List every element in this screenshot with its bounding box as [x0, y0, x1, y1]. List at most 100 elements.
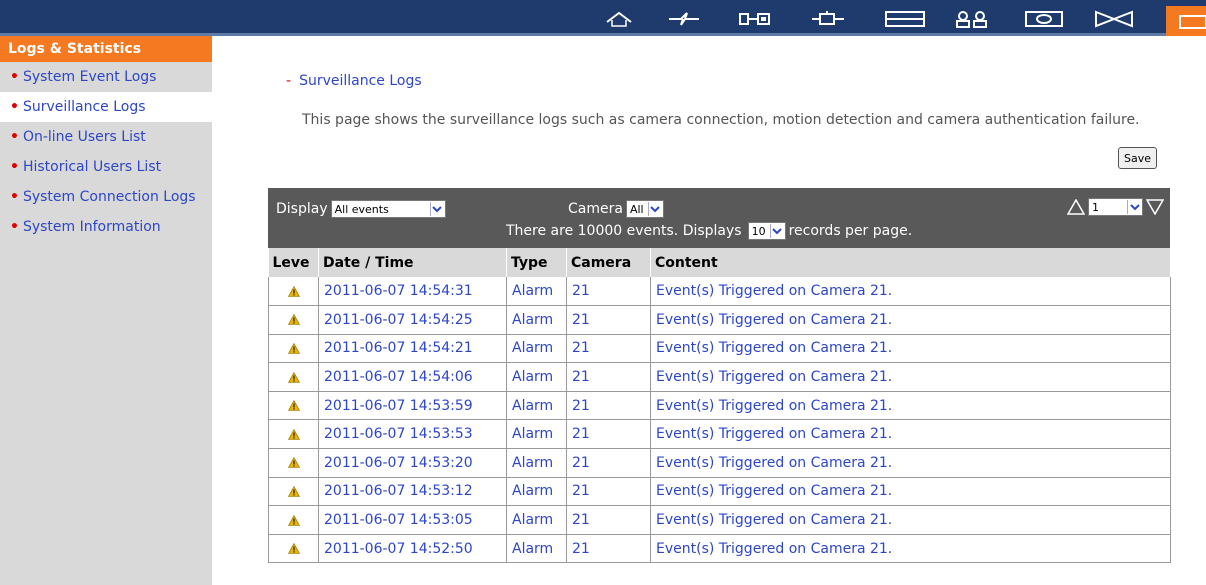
previous-page-icon[interactable] — [1067, 199, 1085, 215]
camera-cell: 21 — [566, 448, 651, 478]
warning-icon — [287, 541, 300, 557]
content-cell: Event(s) Triggered on Camera 21. — [650, 448, 1171, 478]
network-icon[interactable] — [810, 9, 846, 29]
camera-cell: 21 — [566, 362, 651, 392]
applications-icon[interactable] — [1024, 9, 1064, 29]
camera-cell: 21 — [566, 534, 651, 564]
next-page-icon[interactable] — [1146, 199, 1164, 215]
level-cell — [268, 334, 319, 364]
system-settings-icon[interactable] — [738, 9, 772, 29]
datetime-cell: 2011-06-07 14:53:05 — [318, 505, 507, 535]
datetime-cell: 2011-06-07 14:53:12 — [318, 477, 507, 507]
sidebar-item-label: System Event Logs — [22, 69, 157, 85]
chevron-down-icon — [769, 224, 784, 238]
content-cell: Event(s) Triggered on Camera 21. — [650, 477, 1171, 507]
type-cell: Alarm — [506, 477, 567, 507]
type-cell: Alarm — [506, 334, 567, 364]
sidebar-item-online-users-list[interactable]: • On-line Users List — [0, 122, 212, 152]
quick-config-icon[interactable] — [666, 9, 702, 29]
level-cell — [268, 362, 319, 392]
per-page-select[interactable]: 10 — [747, 222, 786, 240]
logs-icon[interactable] — [1166, 6, 1206, 36]
page-description: This page shows the surveillance logs su… — [302, 112, 1140, 128]
display-select-value: All events — [334, 202, 389, 216]
datetime-cell: 2011-06-07 14:52:50 — [318, 534, 507, 564]
content-cell: Event(s) Triggered on Camera 21. — [650, 419, 1171, 450]
sidebar-item-label: Surveillance Logs — [22, 99, 146, 115]
datetime-cell: 2011-06-07 14:53:53 — [318, 419, 507, 450]
content-cell: Event(s) Triggered on Camera 21. — [650, 305, 1171, 335]
level-cell — [268, 477, 319, 507]
column-header-camera[interactable]: Camera — [566, 248, 651, 277]
table-row: 2011-06-07 14:54:31 Alarm 21 Event(s) Trigg… — [268, 277, 1171, 307]
sidebar-item-system-connection-logs[interactable]: • System Connection Logs — [0, 182, 212, 212]
sidebar-item-system-event-logs[interactable]: • System Event Logs — [0, 62, 212, 92]
events-table: Leve Date / Time Type Camera Content 201… — [268, 248, 1171, 564]
content-cell: Event(s) Triggered on Camera 21. — [650, 334, 1171, 364]
users-icon[interactable] — [954, 9, 990, 29]
warning-icon — [287, 340, 300, 356]
datetime-cell: 2011-06-07 14:54:21 — [318, 334, 507, 364]
camera-cell: 21 — [566, 334, 651, 364]
table-row: 2011-06-07 14:53:12 Alarm 21 Event(s) Trigg… — [268, 477, 1171, 507]
summary-suffix: records per page. — [788, 223, 913, 239]
table-row: 2011-06-07 14:54:06 Alarm 21 Event(s) Trigg… — [268, 362, 1171, 392]
content-cell: Event(s) Triggered on Camera 21. — [650, 534, 1171, 564]
camera-cell: 21 — [566, 305, 651, 335]
camera-filter: Camera All — [568, 200, 664, 218]
warning-icon — [287, 283, 300, 299]
sidebar-header: Logs & Statistics — [0, 36, 212, 62]
chevron-down-icon — [1127, 200, 1141, 214]
datetime-cell: 2011-06-07 14:54:25 — [318, 305, 507, 335]
column-header-datetime[interactable]: Date / Time — [318, 248, 507, 277]
sidebar-item-label: Historical Users List — [22, 159, 162, 175]
datetime-cell: 2011-06-07 14:54:06 — [318, 362, 507, 392]
page-select[interactable]: 1 — [1088, 198, 1143, 216]
sidebar-item-surveillance-logs[interactable]: • Surveillance Logs — [0, 92, 212, 122]
level-cell — [268, 391, 319, 421]
sidebar: Logs & Statistics • System Event Logs • Su… — [0, 36, 212, 585]
chevron-down-icon — [647, 202, 662, 216]
disk-icon[interactable] — [884, 9, 926, 29]
warning-icon — [287, 312, 300, 328]
page-title: - Surveillance Logs — [286, 73, 422, 89]
sidebar-item-system-information[interactable]: • System Information — [0, 212, 212, 242]
bullet-icon: • — [10, 69, 19, 85]
warning-icon — [287, 426, 300, 442]
column-header-type[interactable]: Type — [506, 248, 567, 277]
table-row: 2011-06-07 14:52:50 Alarm 21 Event(s) Trigg… — [268, 534, 1171, 564]
sidebar-item-label: On-line Users List — [22, 129, 146, 145]
datetime-cell: 2011-06-07 14:54:31 — [318, 277, 507, 307]
per-page-value: 10 — [751, 224, 766, 238]
column-header-content[interactable]: Content — [650, 248, 1171, 277]
sidebar-item-historical-users-list[interactable]: • Historical Users List — [0, 152, 212, 182]
warning-icon — [287, 512, 300, 528]
bullet-icon: • — [10, 189, 19, 205]
warning-icon — [287, 455, 300, 471]
table-header-row: Leve Date / Time Type Camera Content — [268, 248, 1171, 277]
warning-icon — [287, 398, 300, 414]
page-select-value: 1 — [1092, 200, 1099, 214]
level-cell — [268, 419, 319, 450]
camera-cell: 21 — [566, 419, 651, 450]
title-dash: - — [286, 73, 292, 89]
datetime-cell: 2011-06-07 14:53:20 — [318, 448, 507, 478]
camera-label: Camera — [568, 201, 623, 217]
type-cell: Alarm — [506, 448, 567, 478]
content-cell: Event(s) Triggered on Camera 21. — [650, 391, 1171, 421]
column-header-level[interactable]: Leve — [268, 248, 319, 277]
type-cell: Alarm — [506, 534, 567, 564]
home-icon[interactable] — [604, 9, 634, 29]
type-cell: Alarm — [506, 277, 567, 307]
display-select[interactable]: All events — [330, 200, 446, 218]
page-title-text: Surveillance Logs — [299, 73, 422, 89]
backup-icon[interactable] — [1094, 9, 1134, 29]
log-toolbar: Display All events Camera All There are … — [268, 188, 1170, 248]
warning-icon — [287, 483, 300, 499]
save-button[interactable]: Save — [1118, 147, 1158, 169]
pager: 1 — [1067, 198, 1164, 216]
camera-cell: 21 — [566, 277, 651, 307]
camera-select[interactable]: All — [625, 200, 664, 218]
summary-prefix: There are 10000 events. Displays — [506, 223, 742, 239]
display-label: Display — [276, 201, 328, 217]
